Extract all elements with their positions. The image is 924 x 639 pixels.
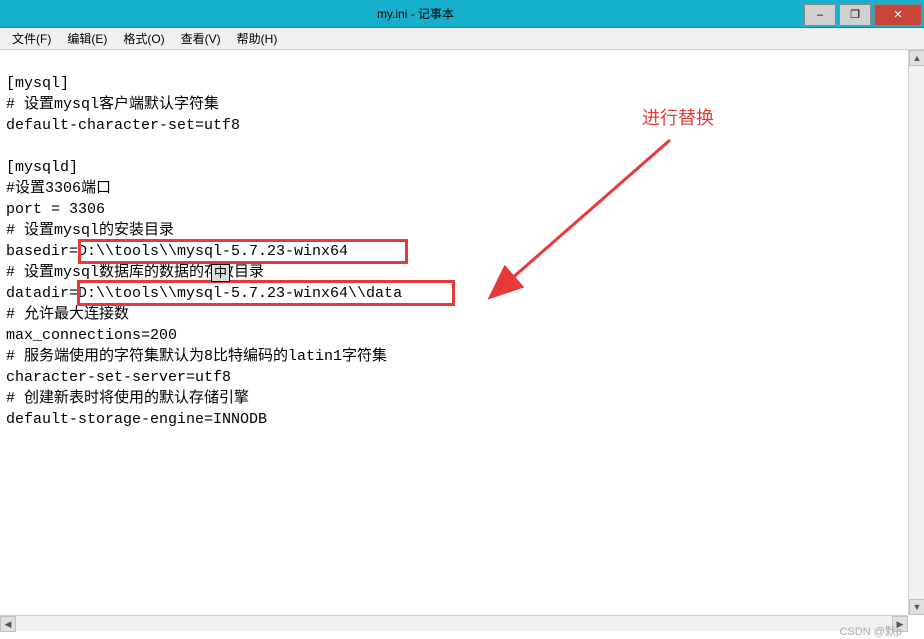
close-button[interactable]: ✕ xyxy=(874,4,922,26)
editor-line: max_connections=200 xyxy=(6,327,177,344)
scroll-up-icon[interactable]: ▲ xyxy=(909,50,924,66)
editor-line: [mysql] xyxy=(6,75,69,92)
editor-line: character-set-server=utf8 xyxy=(6,369,231,386)
vertical-scrollbar[interactable]: ▲ ▼ xyxy=(908,50,924,615)
editor-line: # 创建新表时将使用的默认存储引擎 xyxy=(6,390,249,407)
menubar: 文件(F) 编辑(E) 格式(O) 查看(V) 帮助(H) xyxy=(0,28,924,50)
titlebar: my.ini - 记事本 – ❐ ✕ xyxy=(0,0,924,28)
notepad-icon xyxy=(0,0,28,28)
editor-line: basedir=D:\\tools\\mysql-5.7.23-winx64 xyxy=(6,243,348,260)
window-title: my.ini - 记事本 xyxy=(28,5,803,22)
editor-line: default-storage-engine=INNODB xyxy=(6,411,267,428)
menu-format[interactable]: 格式(O) xyxy=(115,28,172,49)
menu-file[interactable]: 文件(F) xyxy=(4,28,59,49)
editor-line: default-character-set=utf8 xyxy=(6,117,240,134)
watermark: CSDN @默p xyxy=(833,623,908,639)
editor-line: # 设置mysql客户端默认字符集 xyxy=(6,96,219,113)
scroll-down-icon[interactable]: ▼ xyxy=(909,599,924,615)
menu-help[interactable]: 帮助(H) xyxy=(229,28,286,49)
text-editor[interactable]: [mysql] # 设置mysql客户端默认字符集 default-charac… xyxy=(0,50,924,614)
editor-line: #设置3306端口 xyxy=(6,180,111,197)
minimize-button[interactable]: – xyxy=(804,4,836,26)
editor-line: # 允许最大连接数 xyxy=(6,306,129,323)
editor-line: # 设置mysql的安装目录 xyxy=(6,222,174,239)
editor-line: datadir=D:\\tools\\mysql-5.7.23-winx64\\… xyxy=(6,285,402,302)
menu-view[interactable]: 查看(V) xyxy=(173,28,229,49)
horizontal-scrollbar[interactable]: ◀ ▶ xyxy=(0,615,908,631)
editor-line: port = 3306 xyxy=(6,201,105,218)
maximize-button[interactable]: ❐ xyxy=(839,4,871,26)
editor-line: # 服务端使用的字符集默认为8比特编码的latin1字符集 xyxy=(6,348,387,365)
menu-edit[interactable]: 编辑(E) xyxy=(59,28,115,49)
editor-line: [mysqld] xyxy=(6,159,78,176)
scroll-left-icon[interactable]: ◀ xyxy=(0,616,16,632)
editor-line: # 设置mysql数据库的数据的存放目录 xyxy=(6,264,264,281)
